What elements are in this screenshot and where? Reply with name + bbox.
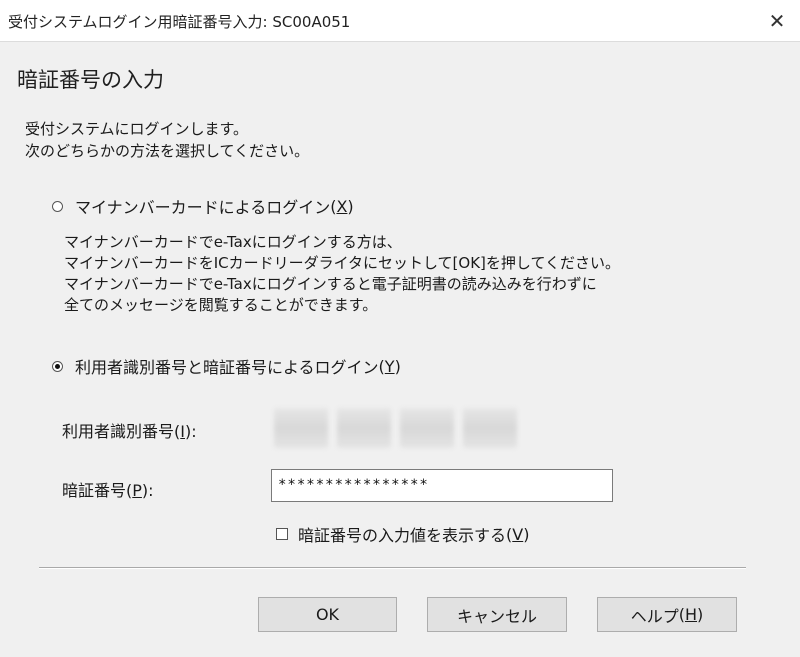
user-id-label: 利用者識別番号(I): <box>62 422 197 441</box>
close-icon[interactable]: ✕ <box>754 0 800 41</box>
help-label: ヘルプ <box>630 606 679 626</box>
show-password-checkbox-row[interactable]: 暗証番号の入力値を表示する(V) <box>276 522 529 546</box>
mnemonic-key: X <box>336 196 348 216</box>
title-bar: 受付システムログイン用暗証番号入力: SC00A051 ✕ <box>0 0 800 42</box>
mnemonic-close: ) <box>394 356 401 376</box>
desc-line-2: マイナンバーカードをICカードリーダライタにセットして[OK]を押してください。 <box>64 254 620 272</box>
user-id-field-2[interactable] <box>337 408 391 448</box>
window-title: 受付システムログイン用暗証番号入力: SC00A051 <box>8 13 351 31</box>
intro-line-1: 受付システムにログインします。 <box>25 120 249 138</box>
help-button[interactable]: ヘルプ(H) <box>597 597 737 632</box>
user-id-field-1[interactable] <box>274 408 328 448</box>
user-id-field-4[interactable] <box>463 408 517 448</box>
password-label: 暗証番号(P): <box>62 481 154 500</box>
intro-text: 受付システムにログインします。 次のどちらかの方法を選択してください。 <box>25 118 309 162</box>
show-password-label: 暗証番号の入力値を表示する <box>298 526 507 545</box>
mnemonic-close: ) <box>347 196 354 216</box>
user-id-field-3[interactable] <box>400 408 454 448</box>
desc-line-3: マイナンバーカードでe-Taxにログインすると電子証明書の読み込みを行わずに <box>64 275 597 293</box>
mynumber-description: マイナンバーカードでe-Taxにログインする方は、 マイナンバーカードをICカー… <box>64 232 620 316</box>
radio-label: マイナンバーカードによるログイン <box>75 198 331 217</box>
show-password-checkbox[interactable] <box>276 528 288 540</box>
cancel-button[interactable]: キャンセル <box>427 597 567 632</box>
page-title: 暗証番号の入力 <box>17 68 164 92</box>
desc-line-4: 全てのメッセージを閲覧することができます。 <box>64 296 378 314</box>
radio-circle[interactable] <box>52 200 63 212</box>
radio-mynumber-card-login[interactable]: マイナンバーカードによるログイン(X) <box>52 194 354 218</box>
mnemonic-key: V <box>512 524 524 544</box>
radio-id-password-login[interactable]: 利用者識別番号と暗証番号によるログイン(Y) <box>52 354 401 378</box>
radio-label: 利用者識別番号と暗証番号によるログイン <box>75 358 379 377</box>
divider <box>39 567 746 569</box>
desc-line-1: マイナンバーカードでe-Taxにログインする方は、 <box>64 233 402 251</box>
mnemonic-key: H <box>684 605 698 624</box>
intro-line-2: 次のどちらかの方法を選択してください。 <box>25 142 310 160</box>
mnemonic-key: Y <box>384 356 395 376</box>
ok-button[interactable]: OK <box>258 597 397 632</box>
password-input[interactable]: **************** <box>271 469 613 502</box>
radio-circle[interactable] <box>52 360 63 372</box>
